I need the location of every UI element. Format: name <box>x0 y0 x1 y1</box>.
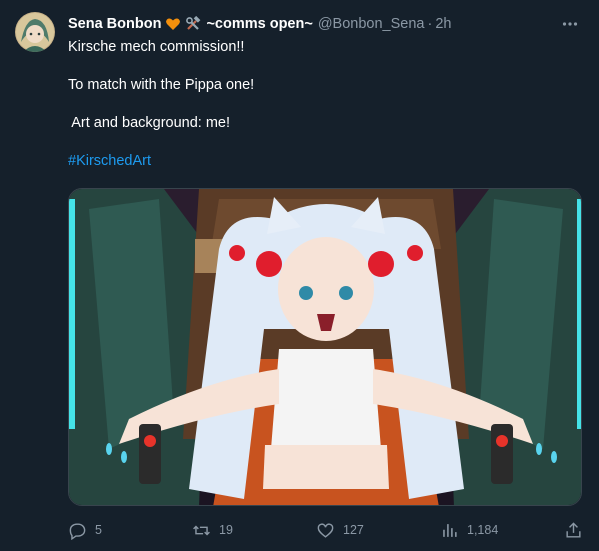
tweet-line: Art and background: me! <box>68 115 231 131</box>
orange-heart-icon <box>165 16 181 32</box>
retweet-button[interactable]: 19 <box>192 518 233 542</box>
views-button[interactable]: 1,184 <box>440 518 498 542</box>
hammer-and-wrench-icon <box>185 15 201 32</box>
tweet-line: To match with the Pippa one! <box>68 77 255 93</box>
reply-icon <box>69 522 86 540</box>
reply-button[interactable]: 5 <box>68 518 102 542</box>
share-button[interactable] <box>564 518 591 542</box>
like-count: 127 <box>343 523 364 537</box>
avatar[interactable] <box>15 12 55 52</box>
tweet-actions: 5 19 127 1,184 <box>68 518 588 542</box>
hashtag-link[interactable]: #KirschedArt <box>68 153 151 169</box>
separator-dot: · <box>427 16 433 32</box>
user-handle[interactable]: @Bonbon_Sena <box>318 16 425 32</box>
tweet-line <box>68 133 578 152</box>
tweet-line: Kirsche mech commission!! <box>68 39 245 55</box>
tweet-header: Sena Bonbon ~comms open~ @Bonbon_Sena · … <box>68 14 548 34</box>
reply-count: 5 <box>95 523 102 537</box>
tweet-text: Kirsche mech commission!! To match with … <box>68 38 578 171</box>
retweet-icon <box>193 525 210 535</box>
display-name-suffix[interactable]: ~comms open~ <box>206 16 312 32</box>
display-name[interactable]: Sena Bonbon <box>68 16 161 32</box>
share-icon <box>566 521 581 538</box>
heart-icon <box>317 522 334 538</box>
tweet-line <box>68 57 578 76</box>
like-button[interactable]: 127 <box>316 518 364 542</box>
analytics-icon <box>443 523 457 537</box>
timestamp[interactable]: 2h <box>435 16 451 32</box>
tweet: Sena Bonbon ~comms open~ @Bonbon_Sena · … <box>0 0 599 551</box>
tweet-line <box>68 95 578 114</box>
more-options-icon[interactable] <box>558 12 582 36</box>
tweet-image[interactable] <box>68 188 582 506</box>
retweet-count: 19 <box>219 523 233 537</box>
view-count: 1,184 <box>467 523 499 537</box>
